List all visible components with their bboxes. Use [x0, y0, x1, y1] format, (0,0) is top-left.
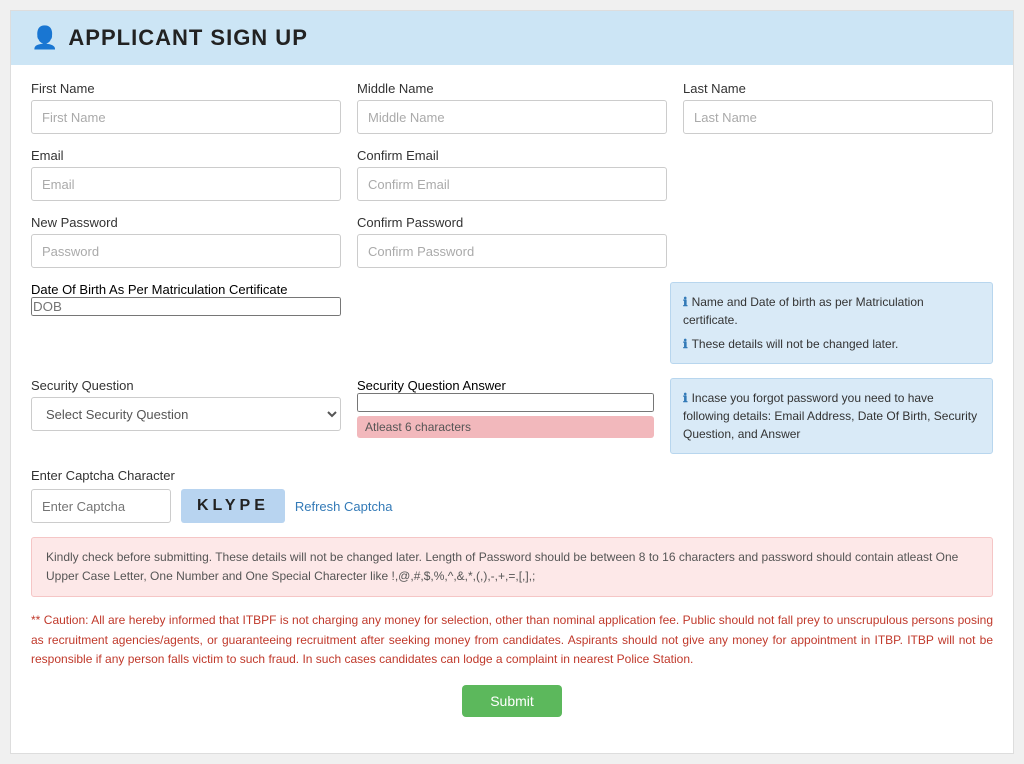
email-label: Email [31, 148, 341, 163]
confirm-password-input[interactable] [357, 234, 667, 268]
page-wrapper: 👤 APPLICANT SIGN UP First Name Middle Na… [10, 10, 1014, 754]
security-question-label: Security Question [31, 378, 341, 393]
dob-label: Date Of Birth As Per Matriculation Certi… [31, 282, 341, 297]
page-title: APPLICANT SIGN UP [68, 25, 307, 51]
security-question-group: Security Question Select Security Questi… [31, 378, 341, 431]
password-row: New Password Confirm Password [31, 215, 993, 268]
dob-row: Date Of Birth As Per Matriculation Certi… [31, 282, 993, 364]
first-name-group: First Name [31, 81, 341, 134]
first-name-input[interactable] [31, 100, 341, 134]
first-name-label: First Name [31, 81, 341, 96]
middle-name-input[interactable] [357, 100, 667, 134]
email-row: Email Confirm Email [31, 148, 993, 201]
new-password-label: New Password [31, 215, 341, 230]
email-group: Email [31, 148, 341, 201]
new-password-group: New Password [31, 215, 341, 268]
dob-group: Date Of Birth As Per Matriculation Certi… [31, 282, 341, 316]
email-input[interactable] [31, 167, 341, 201]
captcha-row: KLYPE Refresh Captcha [31, 489, 993, 523]
info-icon-1: ℹ [683, 295, 688, 309]
middle-name-label: Middle Name [357, 81, 667, 96]
confirm-password-label: Confirm Password [357, 215, 667, 230]
confirm-email-group: Confirm Email [357, 148, 667, 201]
atleast-message: Atleast 6 characters [357, 416, 654, 438]
submit-area: Submit [31, 685, 993, 737]
security-answer-group: Security Question Answer Atleast 6 chara… [357, 378, 654, 438]
confirm-password-group: Confirm Password [357, 215, 667, 268]
info-box-2: ℹIncase you forgot password you need to … [670, 378, 993, 454]
middle-name-group: Middle Name [357, 81, 667, 134]
last-name-input[interactable] [683, 100, 993, 134]
warning-box: Kindly check before submitting. These de… [31, 537, 993, 597]
name-row: First Name Middle Name Last Name [31, 81, 993, 134]
captcha-image: KLYPE [181, 489, 285, 523]
info-box-1: ℹName and Date of birth as per Matricula… [670, 282, 993, 364]
confirm-email-label: Confirm Email [357, 148, 667, 163]
caution-text: ** Caution: All are hereby informed that… [31, 611, 993, 669]
captcha-input[interactable] [31, 489, 171, 523]
header: 👤 APPLICANT SIGN UP [11, 11, 1013, 65]
security-answer-label: Security Question Answer [357, 378, 654, 393]
security-row: Security Question Select Security Questi… [31, 378, 993, 454]
last-name-group: Last Name [683, 81, 993, 134]
dob-input[interactable] [31, 297, 341, 316]
form-area: First Name Middle Name Last Name Email C… [11, 65, 1013, 753]
info-icon-3: ℹ [683, 391, 688, 405]
captcha-label: Enter Captcha Character [31, 468, 993, 483]
security-question-select[interactable]: Select Security Question [31, 397, 341, 431]
last-name-label: Last Name [683, 81, 993, 96]
security-answer-input[interactable] [357, 393, 654, 412]
submit-button[interactable]: Submit [462, 685, 562, 717]
user-icon: 👤 [31, 25, 58, 51]
new-password-input[interactable] [31, 234, 341, 268]
captcha-section: Enter Captcha Character KLYPE Refresh Ca… [31, 468, 993, 523]
confirm-email-input[interactable] [357, 167, 667, 201]
info-icon-2: ℹ [683, 337, 688, 351]
refresh-captcha-link[interactable]: Refresh Captcha [295, 499, 393, 514]
